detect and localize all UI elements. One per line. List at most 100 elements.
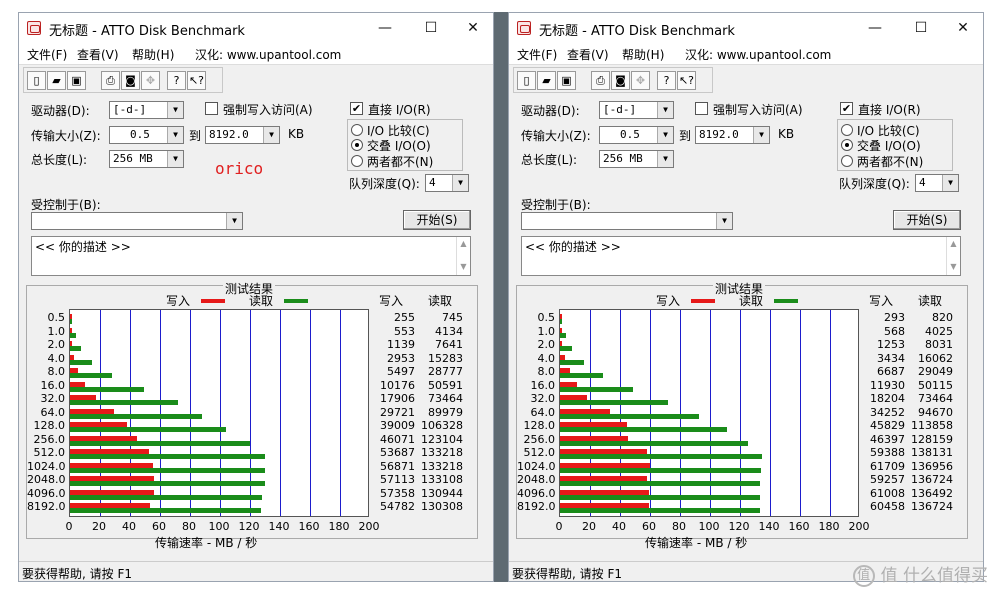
save-icon[interactable]: ▣ bbox=[557, 71, 576, 90]
app-icon bbox=[27, 21, 41, 35]
menu-view[interactable]: 查看(V) bbox=[567, 46, 609, 63]
context-help-icon[interactable]: ↖? bbox=[187, 71, 206, 90]
minimize-button[interactable]: — bbox=[861, 17, 889, 39]
read-value: 113858 bbox=[911, 419, 953, 432]
drive-value: [-d-] bbox=[603, 103, 637, 116]
read-bar bbox=[70, 373, 113, 378]
menu-localization: 汉化: www.upantool.com bbox=[195, 48, 342, 62]
transfer-to-select[interactable]: 8192.0 ▼ bbox=[695, 126, 770, 144]
overlap-io-radio[interactable] bbox=[351, 139, 363, 151]
queue-depth-select[interactable]: 4 ▼ bbox=[915, 174, 959, 192]
direct-io-checkbox[interactable]: ✔ bbox=[840, 102, 853, 115]
write-value: 293 bbox=[884, 311, 905, 324]
neither-radio[interactable] bbox=[841, 155, 853, 167]
help-icon[interactable]: ? bbox=[657, 71, 676, 90]
overlap-io-radio[interactable] bbox=[841, 139, 853, 151]
io-compare-radio[interactable] bbox=[841, 124, 853, 136]
print-preview-icon[interactable]: ◙ bbox=[611, 71, 630, 90]
description-text: << 你的描述 >> bbox=[35, 240, 131, 254]
total-length-label: 总长度(L): bbox=[521, 153, 578, 167]
write-value: 45829 bbox=[870, 419, 905, 432]
read-value: 15283 bbox=[428, 351, 463, 365]
menu-localization: 汉化: www.upantool.com bbox=[685, 48, 832, 62]
force-write-checkbox[interactable] bbox=[205, 102, 218, 115]
drive-select[interactable]: [-d-] ▼ bbox=[599, 101, 674, 119]
context-help-icon[interactable]: ↖? bbox=[677, 71, 696, 90]
menu-view[interactable]: 查看(V) bbox=[77, 46, 119, 63]
start-button[interactable]: 开始(S) bbox=[403, 210, 471, 230]
transfer-to-select[interactable]: 8192.0 ▼ bbox=[205, 126, 280, 144]
start-button[interactable]: 开始(S) bbox=[893, 210, 961, 230]
write-value: 1139 bbox=[387, 338, 415, 351]
maximize-button[interactable]: ☐ bbox=[907, 17, 935, 39]
y-tick-label: 2048.0 bbox=[27, 473, 66, 486]
maximize-button[interactable]: ☐ bbox=[417, 17, 445, 39]
total-length-select[interactable]: 256 MB ▼ bbox=[109, 150, 184, 168]
x-tick-label: 60 bbox=[152, 520, 166, 533]
print-icon[interactable]: ⎙ bbox=[101, 71, 120, 90]
chevron-down-icon: ▼ bbox=[263, 127, 279, 143]
write-value: 5497 bbox=[387, 365, 415, 378]
move-icon[interactable]: ✥ bbox=[631, 71, 650, 90]
legend-read-swatch bbox=[774, 299, 798, 303]
toolbar: ▯ ▰ ▣ ⎙ ◙ ✥ ? ↖? bbox=[23, 67, 223, 93]
description-scrollbar[interactable]: ▲ ▼ bbox=[946, 237, 960, 275]
new-file-icon[interactable]: ▯ bbox=[517, 71, 536, 90]
read-bar bbox=[560, 440, 748, 446]
read-value: 136492 bbox=[911, 486, 953, 500]
open-folder-icon[interactable]: ▰ bbox=[47, 71, 66, 90]
close-button[interactable]: ✕ bbox=[459, 17, 487, 39]
force-write-checkbox[interactable] bbox=[695, 102, 708, 115]
total-length-select[interactable]: 256 MB ▼ bbox=[599, 150, 674, 168]
save-icon[interactable]: ▣ bbox=[67, 71, 86, 90]
help-icon[interactable]: ? bbox=[167, 71, 186, 90]
y-tick-label: 4096.0 bbox=[517, 486, 556, 500]
drive-select[interactable]: [-d-] ▼ bbox=[109, 101, 184, 119]
new-file-icon[interactable]: ▯ bbox=[27, 71, 46, 90]
column-read-header: 读取 bbox=[428, 294, 453, 308]
menu-help[interactable]: 帮助(H) bbox=[132, 46, 174, 63]
neither-radio[interactable] bbox=[351, 155, 363, 167]
menu-file[interactable]: 文件(F) bbox=[517, 46, 557, 63]
x-tick-label: 40 bbox=[612, 520, 626, 533]
read-value: 820 bbox=[932, 311, 953, 324]
y-tick-label: 8.0 bbox=[47, 365, 66, 378]
chevron-down-icon: ▼ bbox=[753, 127, 769, 143]
print-preview-icon[interactable]: ◙ bbox=[121, 71, 140, 90]
transfer-from-select[interactable]: 0.5 ▼ bbox=[109, 126, 184, 144]
write-value: 11930 bbox=[870, 378, 905, 392]
direct-io-checkbox[interactable]: ✔ bbox=[350, 102, 363, 115]
controlled-by-select[interactable]: ▼ bbox=[31, 212, 243, 230]
write-value: 60458 bbox=[870, 500, 905, 513]
menu-file[interactable]: 文件(F) bbox=[27, 46, 67, 63]
y-tick-label: 8.0 bbox=[537, 365, 556, 378]
grid-line bbox=[830, 310, 831, 516]
description-scrollbar[interactable]: ▲ ▼ bbox=[456, 237, 470, 275]
title-bar: 无标题 - ATTO Disk Benchmark — ☐ ✕ bbox=[509, 13, 983, 43]
y-tick-label: 0.5 bbox=[537, 311, 556, 324]
read-value: 50115 bbox=[918, 378, 953, 392]
y-tick-label: 1024.0 bbox=[517, 459, 556, 473]
minimize-button[interactable]: — bbox=[371, 17, 399, 39]
close-button[interactable]: ✕ bbox=[949, 17, 977, 39]
read-value: 130944 bbox=[421, 486, 463, 500]
chevron-down-icon: ▼ bbox=[167, 151, 183, 167]
atto-window-1: 无标题 - ATTO Disk Benchmark — ☐ ✕ 文件(F) 查看… bbox=[18, 12, 494, 582]
print-icon[interactable]: ⎙ bbox=[591, 71, 610, 90]
x-axis-label: 传输速率 - MB / 秒 bbox=[645, 536, 748, 550]
controlled-by-select[interactable]: ▼ bbox=[521, 212, 733, 230]
io-compare-radio[interactable] bbox=[351, 124, 363, 136]
transfer-from-value: 0.5 bbox=[620, 128, 640, 141]
open-folder-icon[interactable]: ▰ bbox=[537, 71, 556, 90]
description-textarea[interactable]: << 你的描述 >> ▲ ▼ bbox=[31, 236, 471, 276]
write-value: 59388 bbox=[870, 446, 905, 459]
move-icon[interactable]: ✥ bbox=[141, 71, 160, 90]
write-value: 54782 bbox=[380, 500, 415, 513]
write-value: 2953 bbox=[387, 351, 415, 365]
queue-depth-select[interactable]: 4 ▼ bbox=[425, 174, 469, 192]
column-write-header: 写入 bbox=[379, 294, 404, 308]
description-textarea[interactable]: << 你的描述 >> ▲ ▼ bbox=[521, 236, 961, 276]
transfer-from-select[interactable]: 0.5 ▼ bbox=[599, 126, 674, 144]
menu-help[interactable]: 帮助(H) bbox=[622, 46, 664, 63]
write-value: 553 bbox=[394, 324, 415, 338]
